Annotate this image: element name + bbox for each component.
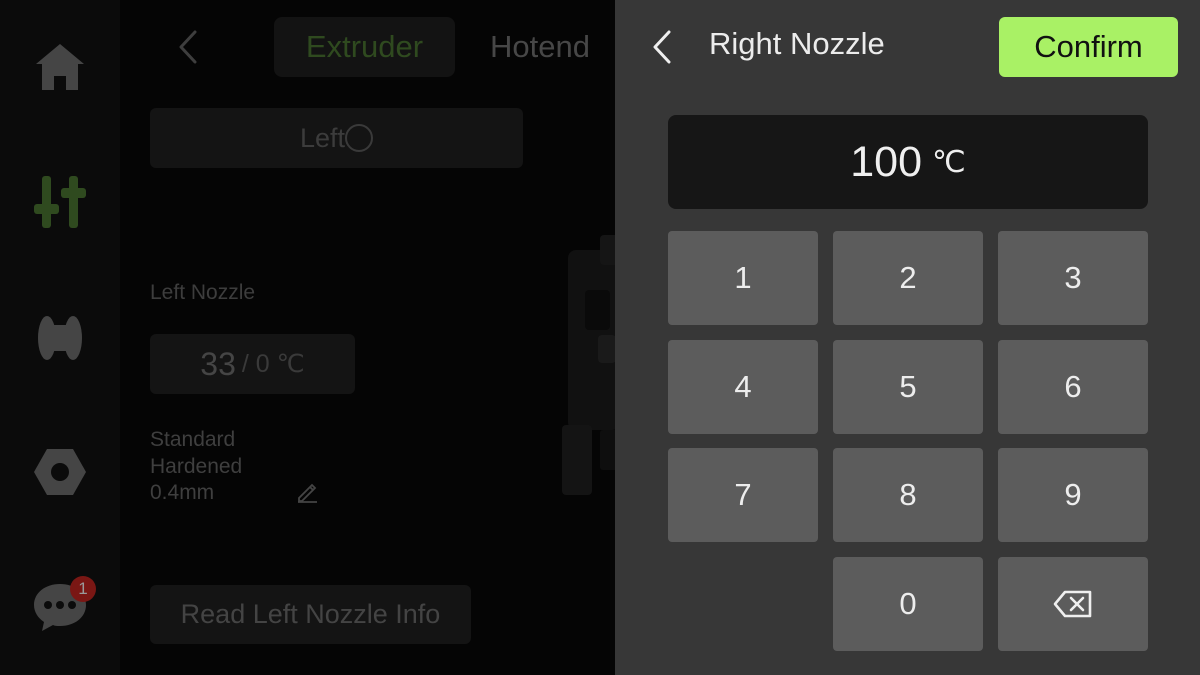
edit-icon[interactable]	[295, 480, 319, 509]
nozzle-type-line1: Standard	[150, 428, 236, 451]
nut-icon	[34, 449, 86, 495]
panel-back-button[interactable]	[640, 22, 684, 72]
message-count-badge: 1	[70, 576, 96, 602]
sidebar-item-messages[interactable]	[0, 567, 120, 647]
extruder-illustration	[562, 235, 620, 495]
backspace-icon	[1053, 590, 1092, 618]
confirm-button[interactable]: Confirm	[999, 17, 1178, 77]
sidebar: 1	[0, 0, 120, 675]
value-display: 100 ℃	[668, 115, 1148, 209]
key-5[interactable]: 5	[833, 340, 983, 434]
entered-value: 100	[850, 137, 923, 186]
home-icon	[36, 44, 84, 90]
key-4[interactable]: 4	[668, 340, 818, 434]
key-8[interactable]: 8	[833, 448, 983, 542]
panel-title: Right Nozzle	[709, 26, 885, 61]
sliders-icon	[34, 176, 86, 228]
nozzle-temperature-field[interactable]: 33 / 0 ℃	[150, 334, 355, 394]
backspace-key[interactable]	[998, 557, 1148, 651]
current-temperature: 33	[200, 345, 236, 382]
key-6[interactable]: 6	[998, 340, 1148, 434]
sidebar-item-settings[interactable]	[0, 432, 120, 512]
chevron-left-icon	[179, 30, 197, 64]
value-unit: ℃	[932, 145, 966, 179]
spool-icon	[38, 316, 82, 360]
toggle-indicator-icon	[345, 124, 374, 152]
key-1[interactable]: 1	[668, 231, 818, 325]
nozzle-side-label: Left	[299, 122, 346, 153]
key-0[interactable]: 0	[833, 557, 983, 651]
nozzle-side-toggle[interactable]: Left	[150, 108, 523, 168]
chevron-left-icon	[653, 30, 671, 64]
key-7[interactable]: 7	[668, 448, 818, 542]
tab-extruder[interactable]: Extruder	[274, 17, 455, 77]
sidebar-item-home[interactable]	[0, 27, 120, 107]
nozzle-info: Standard Hardened 0.4mm	[150, 427, 242, 507]
nozzle-size: 0.4mm	[150, 481, 215, 504]
sidebar-item-controls[interactable]	[0, 162, 120, 242]
back-button[interactable]	[168, 22, 208, 72]
nozzle-label: Left Nozzle	[150, 281, 256, 304]
target-temperature: / 0 ℃	[241, 350, 305, 378]
key-3[interactable]: 3	[998, 231, 1148, 325]
sidebar-item-filament[interactable]	[0, 298, 120, 378]
tab-hotend[interactable]: Hotend	[490, 17, 620, 77]
key-2[interactable]: 2	[833, 231, 983, 325]
key-9[interactable]: 9	[998, 448, 1148, 542]
read-nozzle-info-button[interactable]: Read Left Nozzle Info	[150, 585, 471, 644]
nozzle-type-line2: Hardened	[150, 454, 243, 478]
